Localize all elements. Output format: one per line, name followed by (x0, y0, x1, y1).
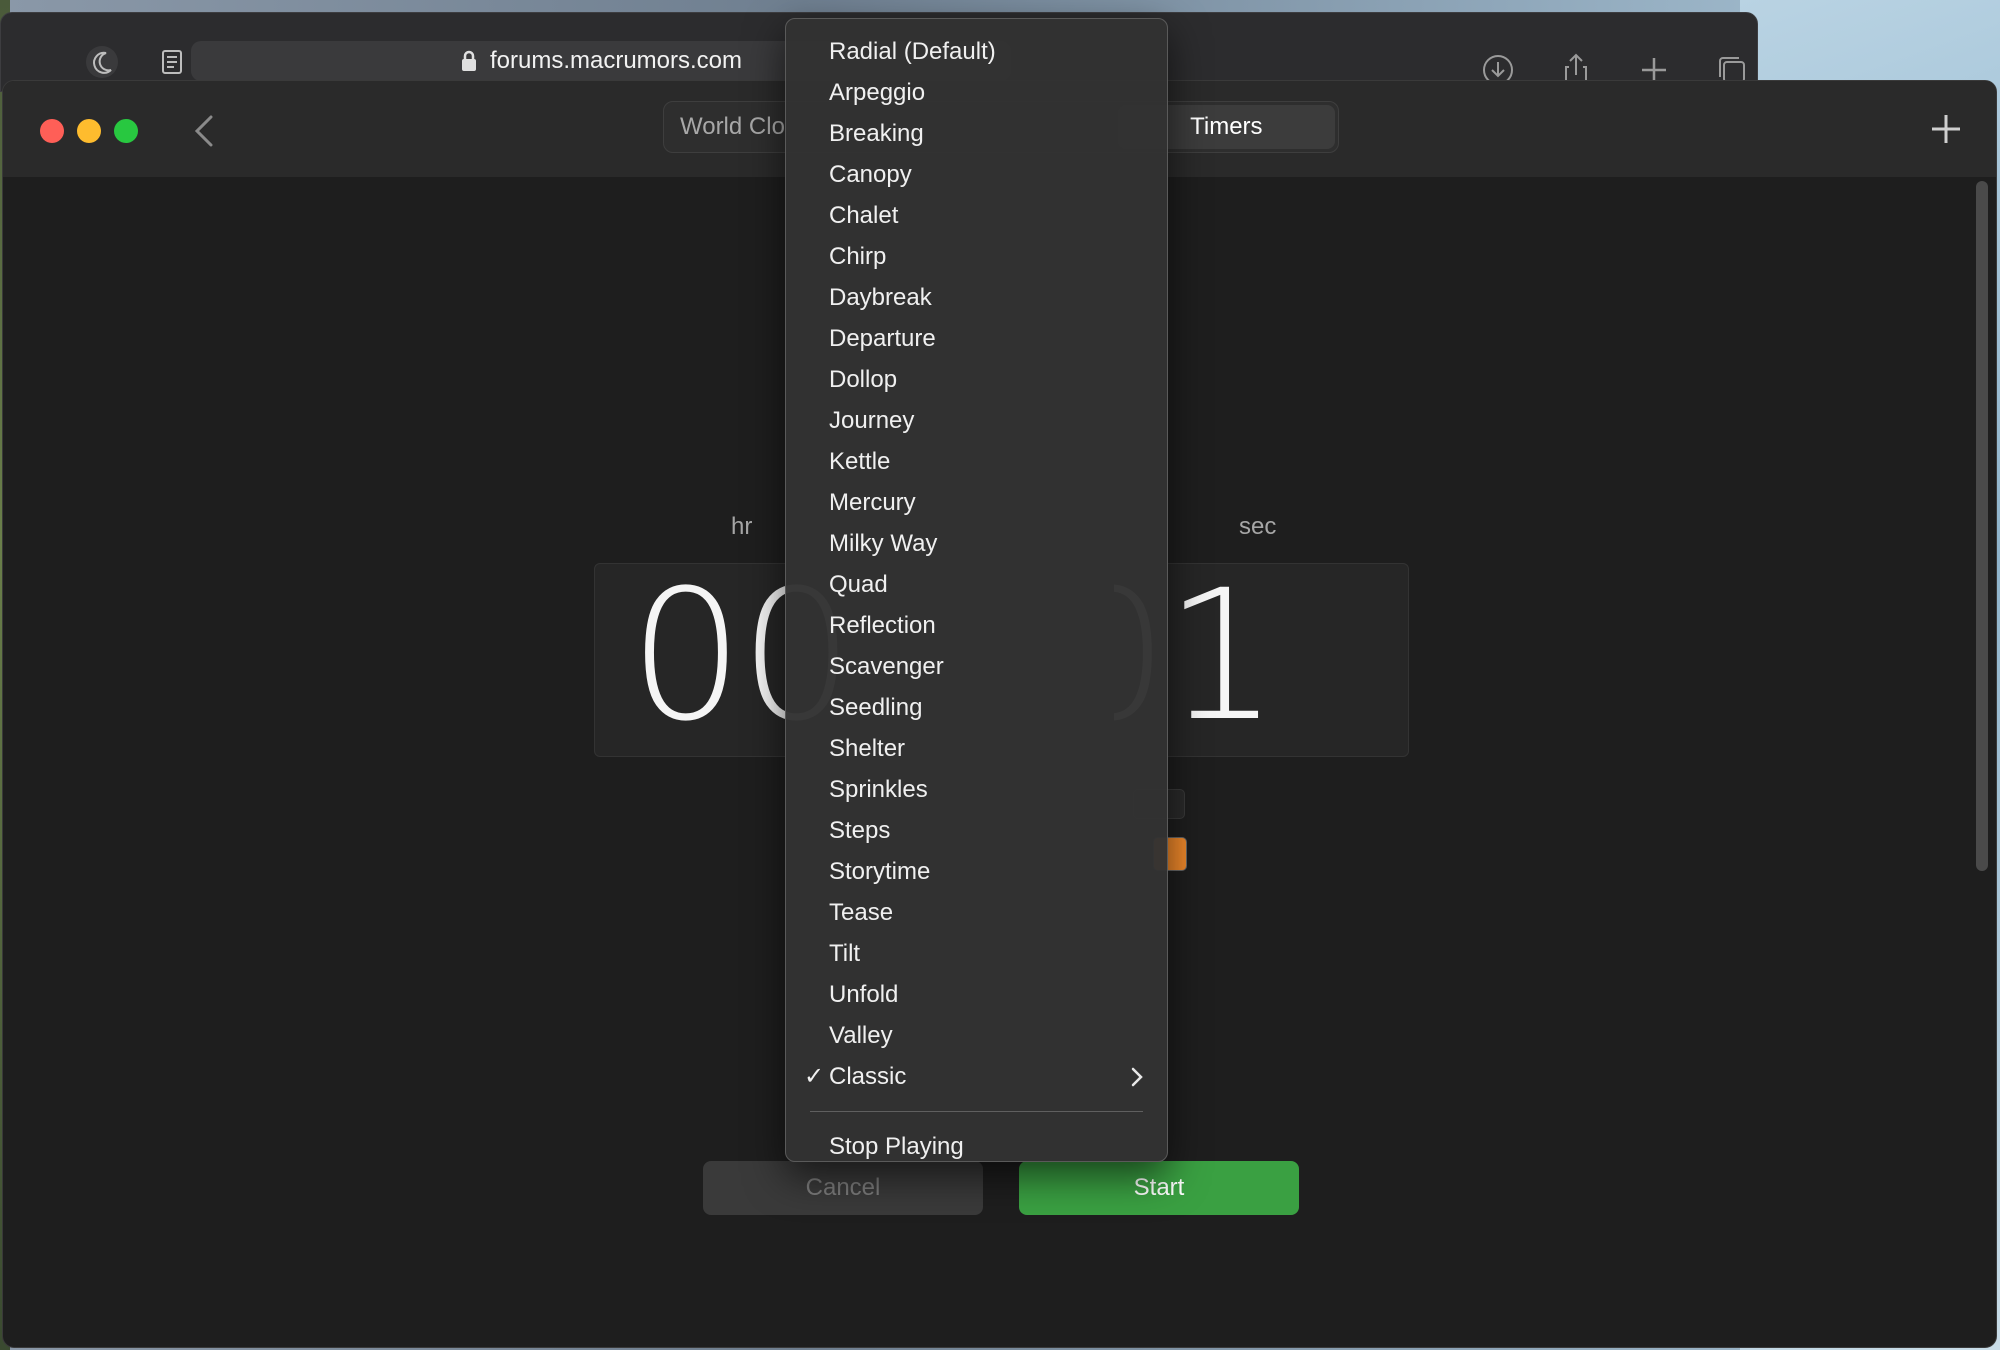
menu-item[interactable]: Valley (786, 1015, 1167, 1056)
zoom-window-button[interactable] (114, 119, 138, 143)
menu-item[interactable]: Tease (786, 892, 1167, 933)
menu-item[interactable]: Steps (786, 810, 1167, 851)
menu-item[interactable]: Sprinkles (786, 769, 1167, 810)
menu-item[interactable]: Dollop (786, 359, 1167, 400)
menu-item[interactable]: Reflection (786, 605, 1167, 646)
menu-item-classic[interactable]: ✓ Classic (786, 1056, 1167, 1097)
menu-item[interactable]: Canopy (786, 154, 1167, 195)
start-button[interactable]: Start (1019, 1161, 1299, 1215)
menu-item[interactable]: Arpeggio (786, 72, 1167, 113)
menu-separator (810, 1111, 1143, 1112)
moon-icon[interactable] (81, 43, 123, 81)
menu-item[interactable]: Milky Way (786, 523, 1167, 564)
lock-icon (461, 50, 476, 71)
menu-item[interactable]: Breaking (786, 113, 1167, 154)
menu-item[interactable]: Radial (Default) (786, 31, 1167, 72)
scrollbar[interactable] (1976, 181, 1988, 871)
cancel-button[interactable]: Cancel (703, 1161, 983, 1215)
close-window-button[interactable] (40, 119, 64, 143)
plus-icon[interactable] (1926, 109, 1966, 149)
chevron-right-icon (1131, 1067, 1143, 1086)
menu-item[interactable]: Seedling (786, 687, 1167, 728)
menu-item[interactable]: Departure (786, 318, 1167, 359)
menu-item[interactable]: Tilt (786, 933, 1167, 974)
menu-item[interactable]: Kettle (786, 441, 1167, 482)
menu-item[interactable]: Mercury (786, 482, 1167, 523)
url-text: forums.macrumors.com (489, 47, 743, 74)
reader-icon[interactable] (151, 43, 193, 81)
menu-item[interactable]: Quad (786, 564, 1167, 605)
menu-item[interactable]: Shelter (786, 728, 1167, 769)
hr-label: hr (731, 513, 753, 540)
minimize-window-button[interactable] (77, 119, 101, 143)
chevron-left-icon[interactable] (185, 109, 225, 153)
menu-item-stop-playing[interactable]: Stop Playing (786, 1126, 1167, 1167)
menu-item[interactable]: Scavenger (786, 646, 1167, 687)
menu-item[interactable]: Daybreak (786, 277, 1167, 318)
menu-item[interactable]: Chalet (786, 195, 1167, 236)
menu-item[interactable]: Chirp (786, 236, 1167, 277)
menu-item[interactable]: Journey (786, 400, 1167, 441)
menu-item[interactable]: Storytime (786, 851, 1167, 892)
menu-item[interactable]: Unfold (786, 974, 1167, 1015)
checkmark-icon: ✓ (804, 1063, 825, 1090)
sound-menu: Radial (Default) Arpeggio Breaking Canop… (785, 18, 1168, 1162)
sec-label: sec (1239, 513, 1277, 540)
